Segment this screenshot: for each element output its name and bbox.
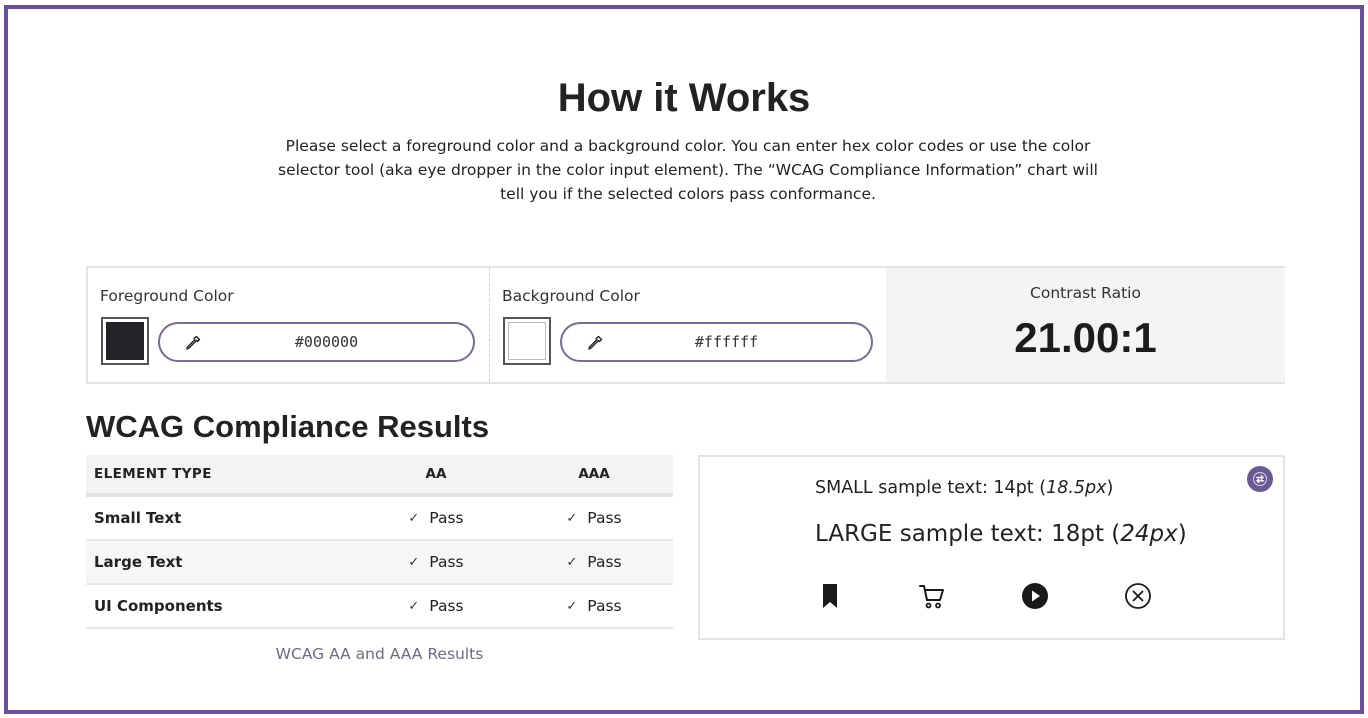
close-circle-icon bbox=[1125, 583, 1151, 609]
foreground-hex-value: #000000 bbox=[294, 333, 359, 351]
contrast-ratio-panel: Contrast Ratio 21.00:1 bbox=[886, 268, 1285, 382]
foreground-label: Foreground Color bbox=[100, 287, 234, 305]
aa-result-text: Pass bbox=[429, 553, 464, 571]
contrast-ratio-value: 21.00:1 bbox=[1014, 314, 1157, 361]
small-sample-text: SMALL sample text: 14pt (18.5px) bbox=[815, 478, 1113, 498]
table-row: Large Text ✓ Pass ✓ Pass bbox=[86, 541, 673, 585]
row-element-type: UI Components bbox=[94, 597, 223, 615]
small-sample-px: 18.5px bbox=[1046, 478, 1107, 498]
column-header-element-type: ELEMENT TYPE bbox=[94, 466, 212, 482]
background-swatch[interactable] bbox=[503, 317, 551, 365]
background-hex-input[interactable]: #ffffff bbox=[560, 322, 873, 362]
aaa-result: ✓ Pass bbox=[544, 585, 644, 627]
aaa-result-text: Pass bbox=[587, 553, 622, 571]
aaa-result-text: Pass bbox=[587, 597, 622, 615]
checkmark-icon: ✓ bbox=[566, 598, 578, 614]
large-sample-suffix: ) bbox=[1177, 521, 1187, 547]
table-row: Small Text ✓ Pass ✓ Pass bbox=[86, 497, 673, 541]
aaa-result: ✓ Pass bbox=[544, 497, 644, 539]
results-table: ELEMENT TYPE AA AAA Small Text ✓ Pass ✓ Pa… bbox=[86, 455, 673, 629]
small-sample-prefix: SMALL sample text: 14pt ( bbox=[815, 478, 1047, 498]
foreground-swatch[interactable] bbox=[101, 317, 149, 365]
bookmark-icon bbox=[823, 584, 837, 608]
foreground-column: Foreground Color #000000 bbox=[88, 268, 488, 382]
results-heading: WCAG Compliance Results bbox=[86, 409, 490, 444]
color-picker-panel: Foreground Color #000000 Background Colo… bbox=[86, 266, 1285, 384]
background-label: Background Color bbox=[502, 287, 640, 305]
large-sample-text: LARGE sample text: 18pt (24px) bbox=[815, 521, 1187, 547]
large-sample-px: 24px bbox=[1120, 521, 1178, 547]
table-header-row: ELEMENT TYPE AA AAA bbox=[86, 455, 673, 497]
column-header-aaa: AAA bbox=[578, 466, 610, 482]
page-title: How it Works bbox=[557, 76, 811, 120]
intro-text: Please select a foreground color and a b… bbox=[278, 137, 1098, 203]
table-caption: WCAG AA and AAA Results bbox=[275, 645, 484, 663]
contrast-ratio-label: Contrast Ratio bbox=[1030, 284, 1141, 302]
checkmark-icon: ✓ bbox=[566, 554, 578, 570]
checkmark-icon: ✓ bbox=[408, 510, 420, 526]
aa-result-text: Pass bbox=[429, 509, 464, 527]
aaa-result-text: Pass bbox=[587, 509, 622, 527]
sample-preview-panel: SMALL sample text: 14pt (18.5px) LARGE s… bbox=[698, 455, 1285, 640]
background-hex-value: #ffffff bbox=[694, 333, 759, 351]
checkmark-icon: ✓ bbox=[408, 598, 420, 614]
sample-icons-row bbox=[815, 581, 1175, 611]
cart-icon bbox=[919, 585, 944, 609]
row-element-type: Large Text bbox=[94, 553, 183, 571]
foreground-hex-input[interactable]: #000000 bbox=[158, 322, 475, 362]
swap-colors-icon bbox=[1253, 472, 1267, 486]
checkmark-icon: ✓ bbox=[408, 554, 420, 570]
aaa-result: ✓ Pass bbox=[544, 541, 644, 583]
table-row: UI Components ✓ Pass ✓ Pass bbox=[86, 585, 673, 629]
play-icon bbox=[1022, 583, 1048, 609]
background-column: Background Color #ffffff bbox=[489, 268, 886, 382]
large-sample-prefix: LARGE sample text: 18pt ( bbox=[815, 521, 1121, 547]
swap-colors-button[interactable] bbox=[1247, 466, 1273, 492]
column-header-aa: AA bbox=[425, 466, 447, 482]
checkmark-icon: ✓ bbox=[566, 510, 578, 526]
aa-result-text: Pass bbox=[429, 597, 464, 615]
row-element-type: Small Text bbox=[94, 509, 182, 527]
aa-result: ✓ Pass bbox=[386, 585, 486, 627]
aa-result: ✓ Pass bbox=[386, 541, 486, 583]
aa-result: ✓ Pass bbox=[386, 497, 486, 539]
page-frame: How it Works Please select a foreground … bbox=[4, 5, 1364, 714]
small-sample-suffix: ) bbox=[1106, 478, 1114, 498]
